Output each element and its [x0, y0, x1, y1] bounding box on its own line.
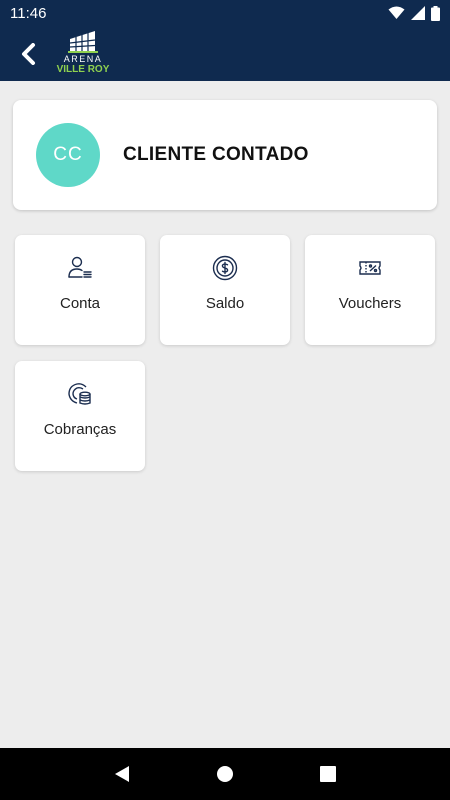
- profile-card: CC CLIENTE CONTADO: [13, 100, 437, 210]
- tile-label: Cobranças: [43, 421, 117, 438]
- logo-text-bottom: VILLE ROY: [56, 64, 110, 75]
- logo-text-top: ARENA: [63, 54, 103, 64]
- status-icons: [388, 5, 440, 21]
- nav-home-button[interactable]: [207, 756, 243, 792]
- nav-recents-button[interactable]: [310, 756, 346, 792]
- nav-back-button[interactable]: [104, 756, 140, 792]
- tile-cobrancas[interactable]: Cobranças: [15, 361, 145, 471]
- back-button[interactable]: [12, 38, 44, 70]
- tile-label: Saldo: [205, 295, 245, 312]
- logo-grid-icon: [68, 31, 98, 53]
- tile-conta[interactable]: Conta: [15, 235, 145, 345]
- triangle-back-icon: [114, 766, 129, 782]
- user-list-icon: [66, 254, 94, 282]
- tile-label: Vouchers: [338, 295, 402, 312]
- app-bar: ARENA VILLE ROY: [0, 26, 450, 81]
- system-nav-bar: [0, 748, 450, 800]
- chevron-left-icon: [22, 43, 35, 65]
- coins-stack-icon: [66, 380, 94, 408]
- tile-vouchers[interactable]: Vouchers: [305, 235, 435, 345]
- status-time: 11:46: [10, 4, 47, 22]
- status-bar: 11:46: [0, 0, 450, 26]
- voucher-icon: [356, 254, 384, 282]
- circle-home-icon: [216, 766, 233, 782]
- square-recents-icon: [320, 766, 337, 782]
- tile-saldo[interactable]: Saldo: [160, 235, 290, 345]
- wifi-icon: [388, 6, 405, 19]
- tile-label: Conta: [59, 295, 101, 312]
- dollar-coin-icon: [211, 254, 239, 282]
- profile-name: CLIENTE CONTADO: [123, 144, 309, 165]
- avatar: CC: [36, 123, 100, 187]
- arena-ville-roy-logo: ARENA VILLE ROY: [56, 28, 110, 80]
- battery-icon: [431, 5, 440, 21]
- signal-icon: [411, 6, 425, 20]
